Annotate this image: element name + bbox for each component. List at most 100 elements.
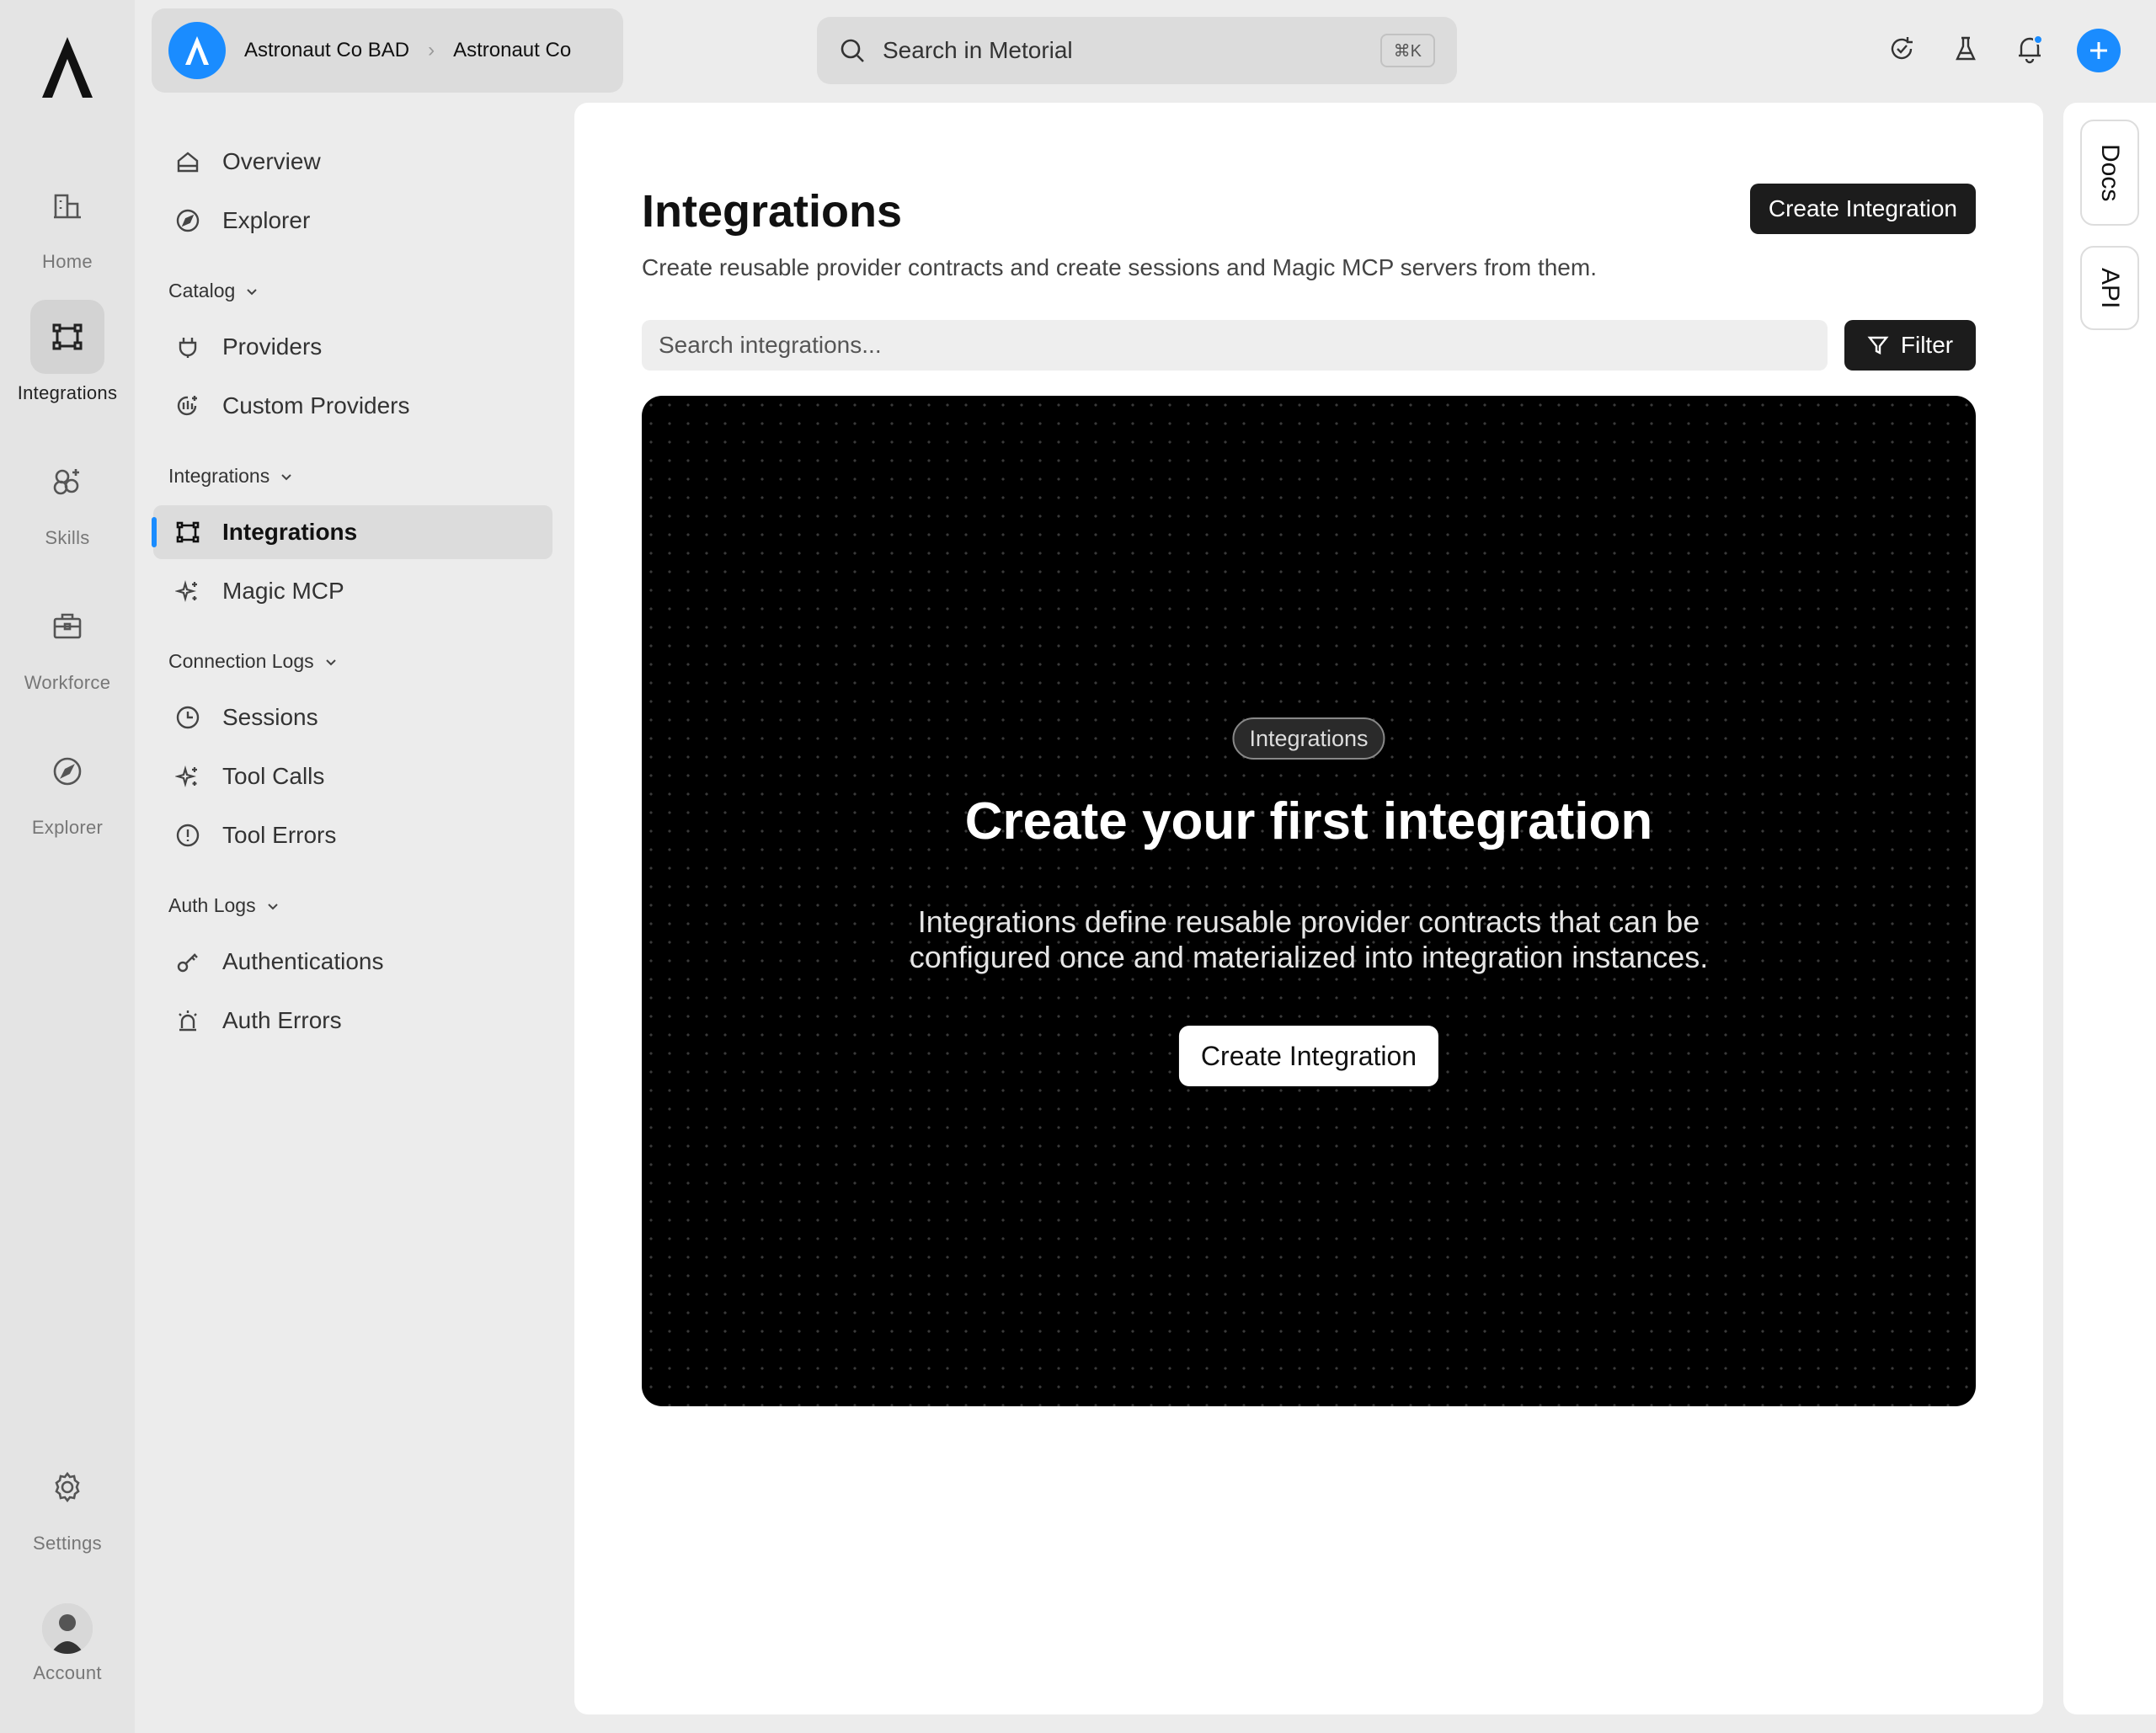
- app-rail: Home Integrations Skills Workforce Explo…: [0, 0, 135, 1733]
- integrations-search-input[interactable]: Search integrations...: [642, 320, 1828, 371]
- group-title: Auth Logs: [168, 894, 256, 916]
- sidebar-item-sessions[interactable]: Sessions: [153, 691, 552, 744]
- sidebar-item-label: Sessions: [222, 704, 318, 730]
- api-tab[interactable]: API: [2080, 246, 2139, 330]
- sidebar-item-authentications[interactable]: Authentications: [153, 935, 552, 989]
- filter-icon: [1867, 334, 1889, 356]
- sidebar-item-integrations[interactable]: Integrations: [152, 505, 552, 559]
- chevron-down-icon: [324, 655, 338, 669]
- group-catalog-toggle[interactable]: Catalog: [168, 280, 259, 302]
- workforce-icon: [51, 610, 84, 643]
- plus-icon: [2088, 40, 2110, 61]
- sidebar-item-label: Magic MCP: [222, 578, 344, 604]
- page-subtitle: Create reusable provider contracts and c…: [642, 254, 1597, 280]
- sidebar-item-label: Providers: [222, 333, 323, 360]
- sidebar-item-tool-errors[interactable]: Tool Errors: [153, 808, 552, 862]
- group-integrations-toggle[interactable]: Integrations: [168, 465, 293, 488]
- metorial-logo[interactable]: [39, 34, 96, 101]
- sidebar-item-providers[interactable]: Providers: [153, 320, 552, 374]
- rail-item-skills[interactable]: Skills: [0, 445, 135, 571]
- sidebar-item-explorer[interactable]: Explorer: [153, 194, 552, 248]
- create-integration-button[interactable]: Create Integration: [1749, 184, 1976, 234]
- empty-state-description: Integrations define reusable provider co…: [909, 904, 1709, 974]
- filter-button[interactable]: Filter: [1844, 320, 1976, 371]
- right-dock: Docs API: [2063, 103, 2156, 1714]
- key-icon: [173, 947, 202, 976]
- rail-label-account: Account: [33, 1662, 102, 1683]
- sidebar-item-label: Custom Providers: [222, 392, 410, 419]
- skills-icon: [51, 465, 84, 499]
- bell-icon: [2015, 34, 2045, 64]
- rail-item-integrations[interactable]: Integrations: [0, 300, 135, 426]
- sidebar-item-label: Integrations: [222, 519, 358, 545]
- overview-icon: [173, 147, 202, 176]
- rail-label-settings: Settings: [33, 1533, 102, 1554]
- sidebar-item-label: Tool Errors: [222, 822, 337, 848]
- gear-icon: [51, 1470, 84, 1504]
- labs-button[interactable]: [1949, 32, 1983, 66]
- notifications-button[interactable]: [2013, 32, 2047, 66]
- group-auth-logs-toggle[interactable]: Auth Logs: [168, 894, 280, 917]
- avatar: [42, 1603, 93, 1654]
- sidebar-item-overview[interactable]: Overview: [153, 135, 552, 189]
- chevron-down-icon: [245, 285, 259, 298]
- rail-item-settings[interactable]: Settings: [0, 1450, 135, 1576]
- rail-item-home[interactable]: Home: [0, 168, 135, 295]
- sidebar-item-tool-calls[interactable]: Tool Calls: [153, 749, 552, 803]
- group-connection-logs-toggle[interactable]: Connection Logs: [168, 650, 338, 673]
- chevron-down-icon: [266, 899, 280, 913]
- search-shortcut-badge: ⌘K: [1380, 34, 1435, 67]
- clock-icon: [173, 703, 202, 732]
- integrations-icon: [173, 518, 202, 547]
- main-panel: Integrations Create reusable provider co…: [574, 103, 2043, 1714]
- empty-state: Integrations Create your first integrati…: [642, 396, 1976, 1406]
- home-icon: [51, 189, 84, 222]
- integrations-icon: [51, 320, 84, 354]
- refresh-sparkle-icon: [1887, 35, 1916, 63]
- sidebar-item-custom-providers[interactable]: Custom Providers: [153, 379, 552, 433]
- sidebar-item-label: Auth Errors: [222, 1007, 342, 1033]
- chevron-down-icon: [280, 470, 293, 483]
- siren-icon: [173, 1006, 202, 1035]
- group-title: Connection Logs: [168, 650, 314, 672]
- search-icon: [839, 37, 866, 64]
- sidebar-item-label: Tool Calls: [222, 763, 325, 789]
- org-logo-icon: [168, 22, 226, 79]
- create-new-button[interactable]: [2077, 29, 2121, 72]
- page-title: Integrations: [642, 186, 903, 237]
- sparkle-icon: [173, 577, 202, 605]
- rail-item-explorer[interactable]: Explorer: [0, 734, 135, 861]
- explorer-icon: [51, 755, 84, 788]
- docs-tab-label: Docs: [2096, 143, 2124, 202]
- chevron-right-icon: ›: [428, 39, 435, 61]
- empty-state-title: Create your first integration: [964, 792, 1653, 851]
- rail-label-workforce: Workforce: [24, 672, 111, 693]
- sidebar-item-label: Explorer: [222, 207, 311, 233]
- org-current-name[interactable]: Astronaut Co: [453, 39, 571, 62]
- sidebar: Astronaut Co BAD › Astronaut Co Overview…: [135, 0, 623, 1733]
- explorer-icon: [173, 206, 202, 235]
- flask-icon: [1951, 35, 1980, 63]
- sidebar-item-auth-errors[interactable]: Auth Errors: [153, 994, 552, 1048]
- rail-item-account[interactable]: Account: [0, 1592, 135, 1718]
- group-title: Catalog: [168, 280, 236, 301]
- empty-state-create-button[interactable]: Create Integration: [1178, 1026, 1439, 1086]
- search-input-placeholder: Search integrations...: [659, 332, 882, 358]
- sidebar-item-magic-mcp[interactable]: Magic MCP: [153, 564, 552, 618]
- global-search[interactable]: Search in Metorial ⌘K: [817, 17, 1457, 84]
- changelog-button[interactable]: [1885, 32, 1919, 66]
- org-switcher[interactable]: Astronaut Co BAD › Astronaut Co: [152, 8, 623, 93]
- rail-item-workforce[interactable]: Workforce: [0, 589, 135, 716]
- empty-state-badge: Integrations: [1232, 717, 1385, 760]
- filter-label: Filter: [1900, 332, 1954, 358]
- group-title: Integrations: [168, 465, 270, 487]
- sidebar-item-label: Authentications: [222, 948, 384, 974]
- rail-label-skills: Skills: [45, 527, 90, 548]
- sparkle-icon: [173, 762, 202, 791]
- sidebar-item-label: Overview: [222, 148, 321, 174]
- custom-provider-icon: [173, 392, 202, 420]
- org-parent-name[interactable]: Astronaut Co BAD: [244, 39, 409, 62]
- docs-tab[interactable]: Docs: [2080, 120, 2139, 226]
- search-placeholder: Search in Metorial: [883, 37, 1073, 63]
- rail-label-integrations: Integrations: [17, 382, 118, 403]
